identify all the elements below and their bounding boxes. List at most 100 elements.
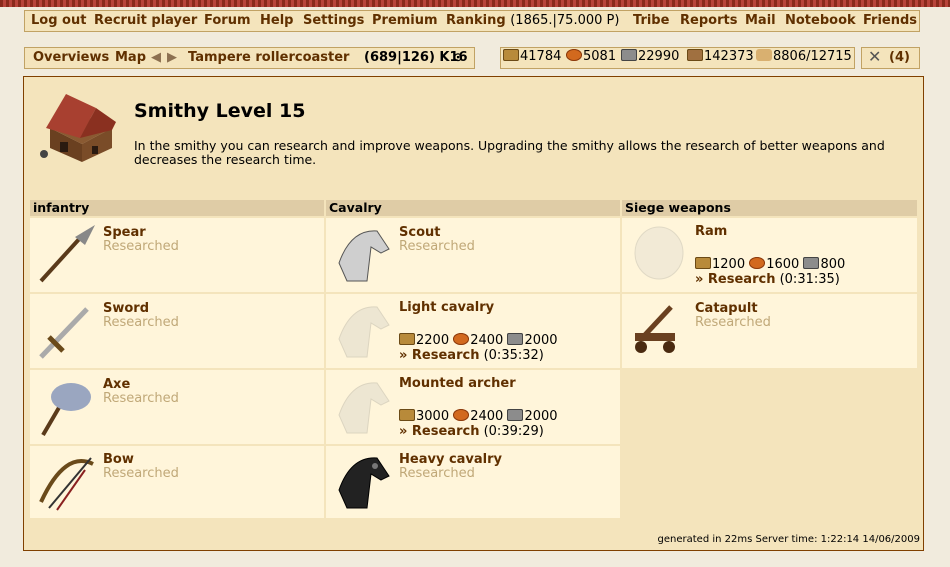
unit-status-bow: Researched	[103, 466, 179, 481]
clay-icon	[566, 49, 582, 61]
clay-resource: 5081	[566, 47, 616, 69]
iron-icon	[621, 49, 637, 61]
wood-icon	[399, 333, 415, 345]
farm-amount: 8806/12715	[773, 49, 852, 64]
unit-name-sword[interactable]: Sword	[103, 301, 149, 316]
page-title: Smithy Level 15	[134, 100, 306, 122]
premium-link[interactable]: Premium	[372, 10, 438, 32]
unit-name-bow[interactable]: Bow	[103, 452, 134, 467]
unit-status-heavy-cavalry: Researched	[399, 466, 475, 481]
village-target-icon[interactable]: ⊙	[453, 47, 463, 67]
cost-clay: 1600	[766, 257, 800, 272]
next-village-arrow-icon[interactable]: ▶	[167, 48, 177, 68]
notebook-link[interactable]: Notebook	[785, 10, 856, 32]
research-time: (0:39:29)	[483, 424, 544, 439]
storage-icon	[687, 49, 703, 61]
heavy-cavalry-icon	[331, 450, 393, 512]
building-description: In the smithy you can research and impro…	[134, 138, 885, 167]
iron-amount: 22990	[638, 49, 680, 64]
research-link-light-cavalry[interactable]: » Research	[399, 348, 479, 363]
clay-icon	[453, 409, 470, 421]
research-time: (0:31:35)	[779, 272, 840, 287]
wood-icon	[695, 257, 711, 269]
unit-name-catapult[interactable]: Catapult	[695, 301, 758, 316]
help-link[interactable]: Help	[260, 10, 293, 32]
unit-status-scout: Researched	[399, 239, 475, 254]
cost-iron: 2000	[524, 409, 558, 424]
cost-iron: 800	[820, 257, 846, 272]
settings-link[interactable]: Settings	[303, 10, 364, 32]
ranking-link[interactable]: Ranking (1865.|75.000 P)	[446, 10, 619, 32]
research-link-mounted-archer[interactable]: » Research	[399, 424, 479, 439]
ranking-value: (1865.|75.000 P)	[510, 13, 620, 28]
unit-status-spear: Researched	[103, 239, 179, 254]
clay-icon	[453, 333, 470, 345]
sword-icon	[35, 299, 97, 361]
ram-icon	[627, 223, 689, 285]
axe-icon	[35, 375, 97, 437]
scout-horse-icon	[331, 223, 393, 285]
storage-resource: 142373	[687, 47, 754, 69]
iron-resource: 22990	[621, 47, 679, 69]
smithy-building-icon	[36, 88, 124, 166]
storage-amount: 142373	[704, 49, 754, 64]
ranking-label: Ranking	[446, 13, 506, 28]
light-cavalry-research: » Research (0:35:32)	[399, 348, 544, 363]
tribe-link[interactable]: Tribe	[633, 10, 669, 32]
col-header-cavalry: Cavalry	[326, 200, 620, 216]
col-header-siege: Siege weapons	[622, 200, 917, 216]
friends-link[interactable]: Friends	[863, 10, 917, 32]
clay-icon	[749, 257, 766, 269]
iron-icon	[507, 333, 524, 345]
research-time: (0:35:32)	[483, 348, 544, 363]
recruit-player-link[interactable]: Recruit player	[94, 10, 197, 32]
wood-resource: 41784	[503, 47, 561, 69]
bow-icon	[35, 450, 97, 512]
wood-icon	[399, 409, 415, 421]
cost-clay: 2400	[470, 409, 504, 424]
unit-name-heavy-cavalry[interactable]: Heavy cavalry	[399, 452, 502, 467]
farm-icon	[756, 49, 772, 61]
cost-wood: 2200	[416, 333, 450, 348]
server-time-footer: generated in 22ms Server time: 1:22:14 1…	[657, 534, 920, 545]
incoming-attacks-count: (4)	[889, 50, 910, 65]
mounted-archer-research: » Research (0:39:29)	[399, 424, 544, 439]
unit-name-scout[interactable]: Scout	[399, 225, 440, 240]
spear-icon	[35, 223, 97, 285]
cost-wood: 3000	[416, 409, 450, 424]
attacks-box[interactable]: ✕ (4)	[861, 47, 920, 69]
wood-amount: 41784	[520, 49, 562, 64]
map-link[interactable]: Map	[115, 48, 146, 68]
cost-wood: 1200	[712, 257, 746, 272]
iron-icon	[803, 257, 820, 269]
unit-status-catapult: Researched	[695, 315, 771, 330]
logout-link[interactable]: Log out	[31, 10, 86, 32]
prev-village-arrow-icon[interactable]: ◀	[151, 48, 161, 68]
forum-link[interactable]: Forum	[204, 10, 251, 32]
col-header-infantry: infantry	[30, 200, 324, 216]
catapult-icon	[627, 299, 689, 361]
reports-link[interactable]: Reports	[680, 10, 737, 32]
wood-icon	[503, 49, 519, 61]
village-name-link[interactable]: Tampere rollercoaster	[188, 48, 349, 68]
farm-resource: 8806/12715	[756, 47, 852, 69]
ram-cost: 1200 1600 800	[695, 257, 845, 272]
unit-status-axe: Researched	[103, 391, 179, 406]
iron-icon	[507, 409, 524, 421]
unit-name-spear[interactable]: Spear	[103, 225, 146, 240]
unit-status-sword: Researched	[103, 315, 179, 330]
light-cavalry-icon	[331, 299, 393, 361]
unit-name-mounted-archer[interactable]: Mounted archer	[399, 376, 516, 391]
ram-research: » Research (0:31:35)	[695, 272, 840, 287]
crossed-swords-icon: ✕	[868, 47, 882, 66]
research-link-ram[interactable]: » Research	[695, 272, 775, 287]
village-nav-bar: Overviews Map ◀ ▶ Tampere rollercoaster …	[24, 47, 475, 69]
unit-name-light-cavalry[interactable]: Light cavalry	[399, 300, 494, 315]
cost-iron: 2000	[524, 333, 558, 348]
light-cavalry-cost: 2200 2400 2000	[399, 333, 558, 348]
mail-link[interactable]: Mail	[745, 10, 776, 32]
unit-name-ram[interactable]: Ram	[695, 224, 727, 239]
unit-name-axe[interactable]: Axe	[103, 377, 130, 392]
overviews-link[interactable]: Overviews	[33, 48, 109, 68]
clay-amount: 5081	[583, 49, 617, 64]
